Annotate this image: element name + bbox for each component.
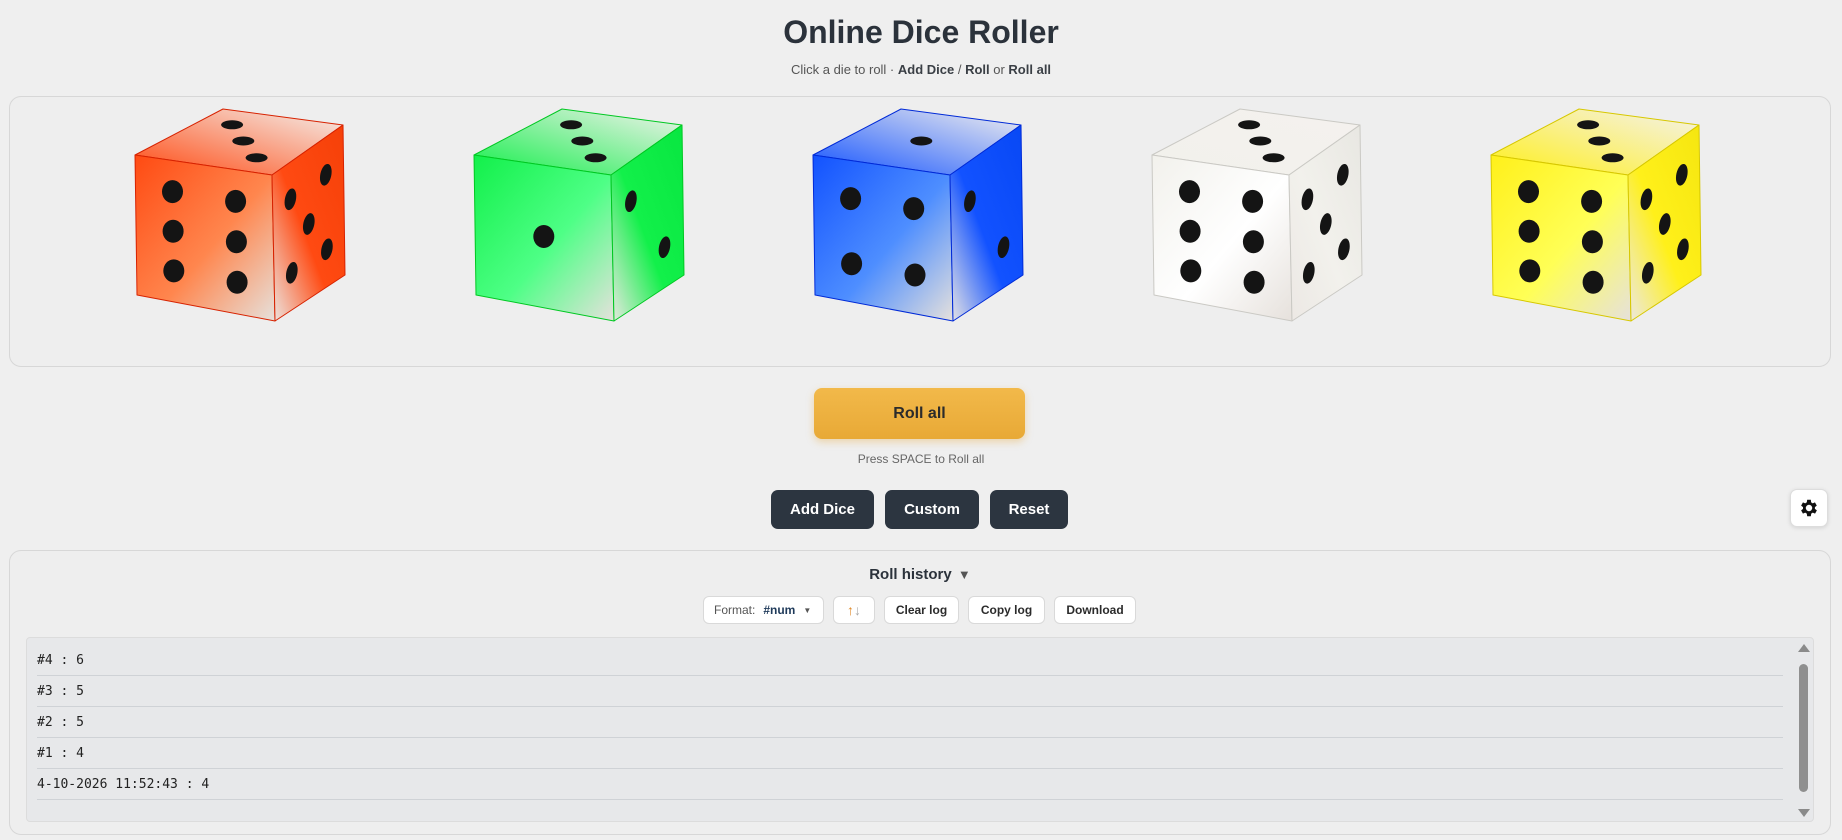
die-face-front <box>812 154 954 322</box>
die-pip <box>1243 270 1265 294</box>
die-pip <box>1518 219 1540 243</box>
subtitle-sep1: / <box>954 62 966 77</box>
die-pip <box>1581 230 1603 254</box>
roll-all-button[interactable]: Roll all <box>814 388 1025 439</box>
die-face-front <box>134 154 276 322</box>
format-select[interactable]: Format: #num ▼ <box>703 596 824 624</box>
roll-history-toggle[interactable]: Roll history ▼ <box>10 566 1830 583</box>
die-face-front <box>1151 154 1293 322</box>
die-pip <box>560 120 583 130</box>
die-pip <box>245 153 268 163</box>
die-pip <box>1238 120 1261 130</box>
die-pip <box>225 189 247 213</box>
die-pip <box>1262 153 1285 163</box>
roll-history-title: Roll history <box>869 566 952 583</box>
die-3[interactable] <box>793 101 1049 365</box>
die-pip <box>162 180 183 204</box>
log-scrollbar[interactable] <box>1797 642 1810 819</box>
die-pip <box>1581 189 1603 213</box>
die-graphic <box>473 108 685 322</box>
die-pip <box>584 153 607 163</box>
space-hint: Press SPACE to Roll all <box>857 452 985 466</box>
custom-button[interactable]: Custom <box>885 490 979 529</box>
die-pip <box>904 263 926 287</box>
reset-button[interactable]: Reset <box>990 490 1068 529</box>
chevron-down-icon: ▼ <box>803 605 812 615</box>
subtitle-add-dice: Add Dice <box>897 62 955 77</box>
die-graphic <box>812 108 1024 322</box>
die-pip <box>1179 180 1200 204</box>
die-5[interactable] <box>1471 101 1727 365</box>
subtitle-prefix: Click a die to roll · <box>790 62 898 77</box>
log-entry: #2 : 5 <box>37 708 1783 738</box>
scroll-down-icon[interactable] <box>1798 809 1810 817</box>
die-pip <box>910 136 933 146</box>
die-pip <box>1519 259 1541 283</box>
die-graphic <box>134 108 346 322</box>
die-pip <box>1180 259 1202 283</box>
sort-order-button[interactable]: ↑ ↓ <box>833 596 875 624</box>
subtitle-sep2: or <box>989 62 1009 77</box>
roll-log[interactable]: #4 : 6 #3 : 5 #2 : 5 #1 : 4 4-10-2026 11… <box>26 637 1814 822</box>
log-entry: 4-10-2026 11:52:43 : 4 <box>37 770 1783 800</box>
die-pip <box>1242 230 1264 254</box>
die-pip <box>1249 136 1272 146</box>
die-pip <box>226 270 248 294</box>
log-entry: #1 : 4 <box>37 739 1783 769</box>
dice-tray <box>9 96 1831 367</box>
die-pip <box>232 136 255 146</box>
die-2[interactable] <box>454 101 710 365</box>
die-pip <box>162 219 184 243</box>
format-value: #num <box>763 603 796 617</box>
log-entry: #3 : 5 <box>37 677 1783 707</box>
download-button[interactable]: Download <box>1054 596 1136 624</box>
triangle-down-icon: ▼ <box>957 567 971 582</box>
scroll-thumb[interactable] <box>1799 664 1808 792</box>
clear-log-button[interactable]: Clear log <box>884 596 959 624</box>
arrow-up-icon: ↑ <box>847 602 854 618</box>
die-pip <box>840 187 862 211</box>
die-1[interactable] <box>115 101 371 365</box>
die-pip <box>1518 180 1539 204</box>
die-pip <box>571 136 594 146</box>
roll-history-panel: Roll history ▼ Format: #num ▼ ↑ ↓ Clear l… <box>9 550 1831 835</box>
subtitle-roll-all: Roll all <box>1008 62 1052 77</box>
settings-button[interactable] <box>1790 489 1828 527</box>
die-pip <box>903 197 925 221</box>
format-label: Format: <box>714 603 756 617</box>
die-pip <box>1601 153 1624 163</box>
copy-log-button[interactable]: Copy log <box>968 596 1045 624</box>
die-pip <box>1242 189 1264 213</box>
scroll-up-icon[interactable] <box>1798 644 1810 652</box>
page-subtitle: Click a die to roll · Add Dice / Roll or… <box>0 62 1842 77</box>
die-4[interactable] <box>1132 101 1388 365</box>
log-entry: #4 : 6 <box>37 646 1783 676</box>
die-graphic <box>1490 108 1702 322</box>
arrow-down-icon: ↓ <box>854 602 861 618</box>
subtitle-roll: Roll <box>965 62 990 77</box>
die-pip <box>225 230 247 254</box>
die-pip <box>1179 219 1201 243</box>
page-title: Online Dice Roller <box>783 14 1059 50</box>
die-pip <box>221 120 244 130</box>
die-pip <box>163 259 185 283</box>
die-face-front <box>1490 154 1632 322</box>
add-dice-button[interactable]: Add Dice <box>771 490 874 529</box>
die-graphic <box>1151 108 1363 322</box>
die-pip <box>1582 270 1604 294</box>
die-pip <box>533 225 555 248</box>
die-pip <box>1577 120 1600 130</box>
die-pip <box>1588 136 1611 146</box>
die-pip <box>841 252 863 276</box>
gear-icon <box>1801 499 1817 517</box>
